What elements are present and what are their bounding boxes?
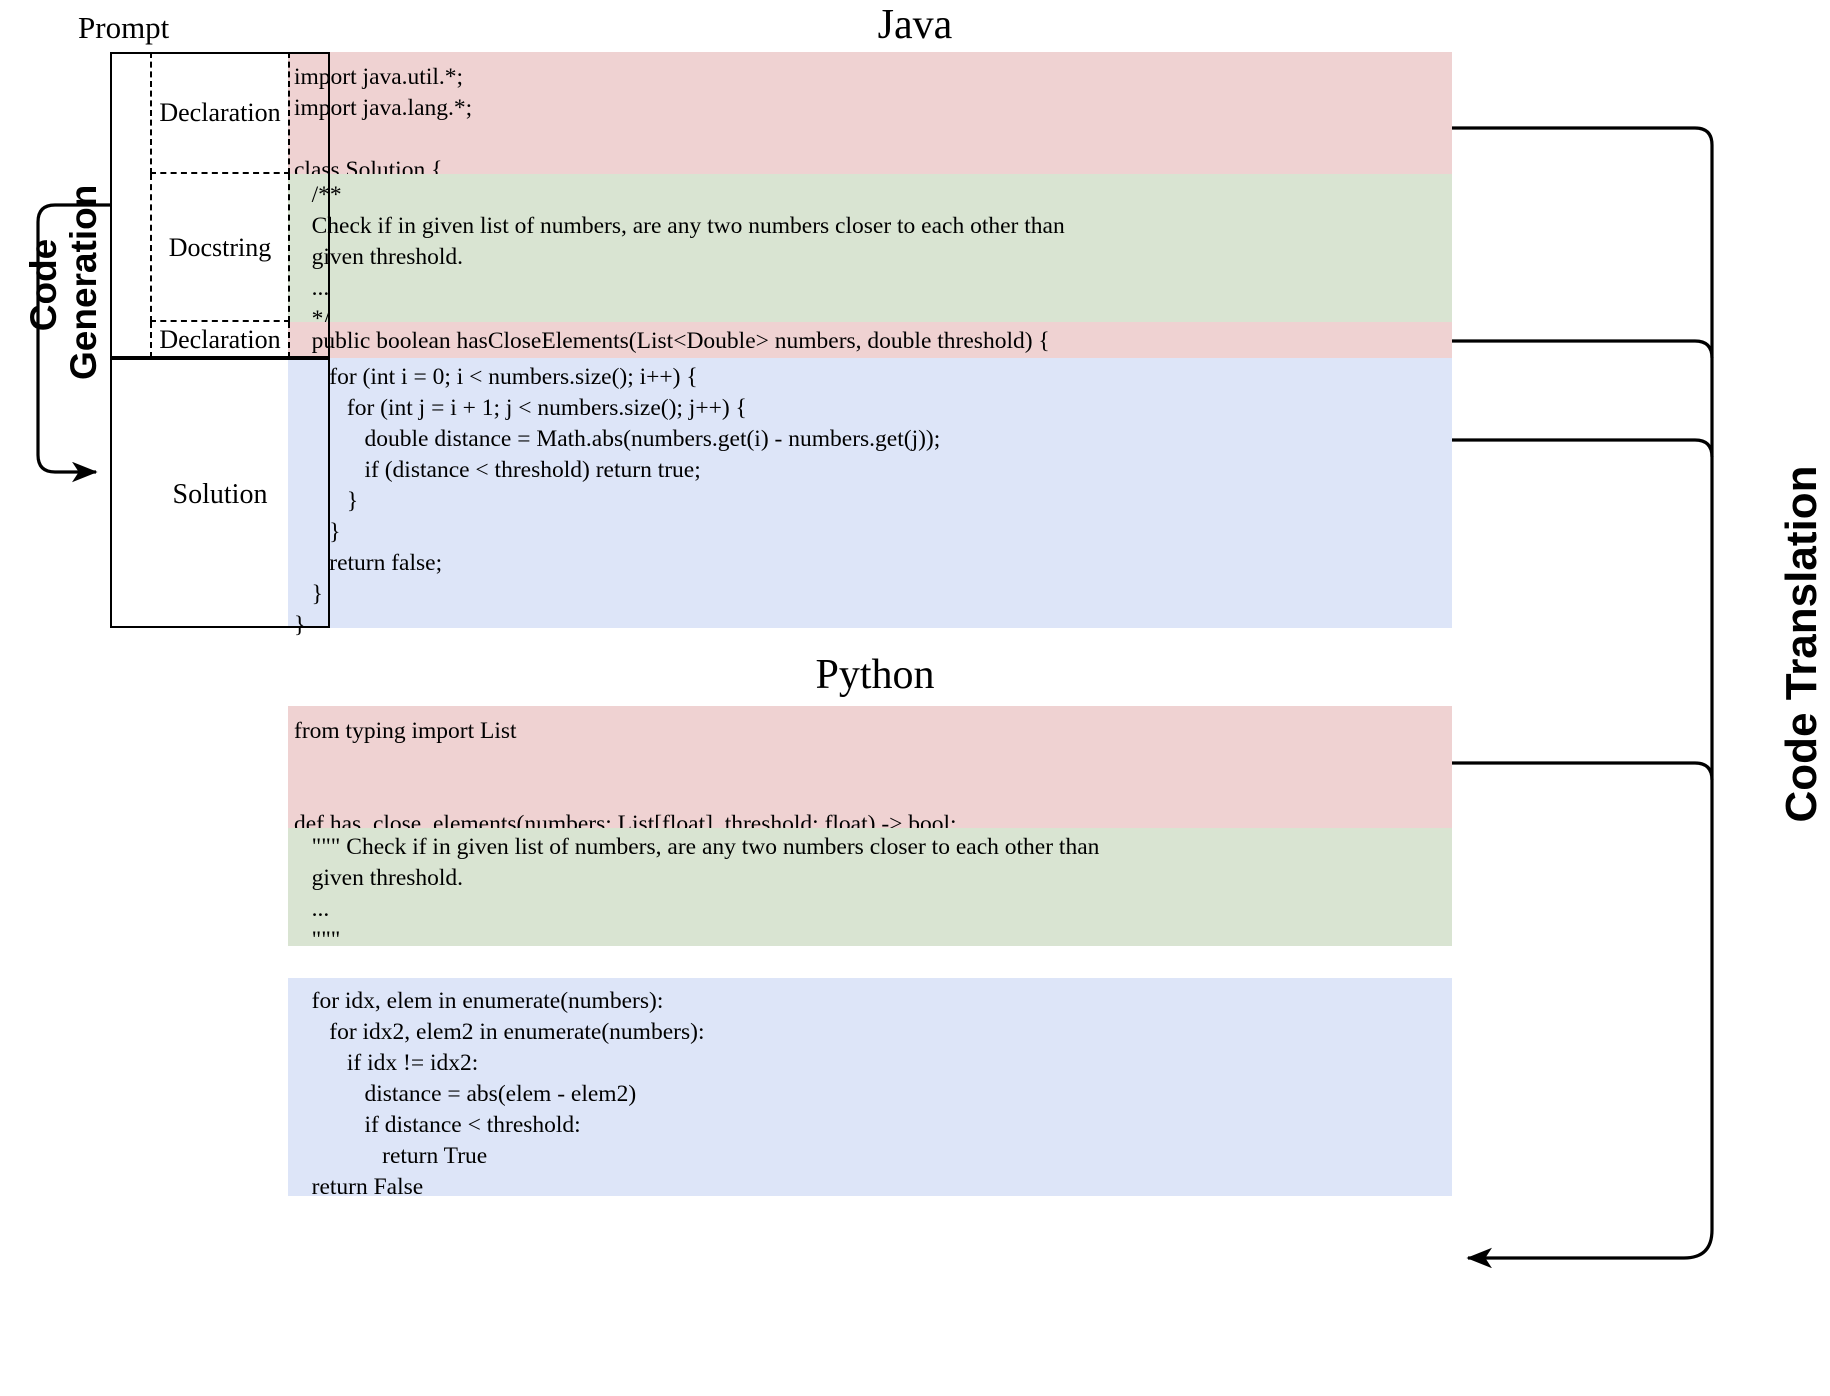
python-section-title: Python — [815, 652, 935, 698]
python-declaration-block: from typing import List def has_close_el… — [288, 706, 1452, 837]
java-solution-block: for (int i = 0; i < numbers.size(); i++)… — [288, 358, 1452, 638]
java-declaration-method-block: public boolean hasCloseElements(List<Dou… — [288, 322, 1452, 358]
prompt-caption: Prompt — [78, 10, 170, 45]
java-declaration-2-dashed-box — [150, 322, 290, 358]
python-docstring-block: """ Check if in given list of numbers, a… — [288, 828, 1452, 953]
solution-outline-box — [110, 358, 330, 628]
java-declaration-top-block: import java.util.*; import java.lang.*; … — [288, 52, 1452, 183]
java-section-title: Java — [877, 2, 953, 48]
python-solution-block: for idx, elem in enumerate(numbers): for… — [288, 978, 1452, 1200]
code-generation-label: Code Generation — [23, 184, 104, 380]
java-docstring-dashed-box — [150, 174, 290, 322]
code-translation-label: Code Translation — [1777, 465, 1826, 823]
code-translation-connectors — [1452, 126, 1714, 1269]
java-docstring-block: /** Check if in given list of numbers, a… — [288, 174, 1452, 332]
java-declaration-1-dashed-box — [150, 52, 290, 174]
